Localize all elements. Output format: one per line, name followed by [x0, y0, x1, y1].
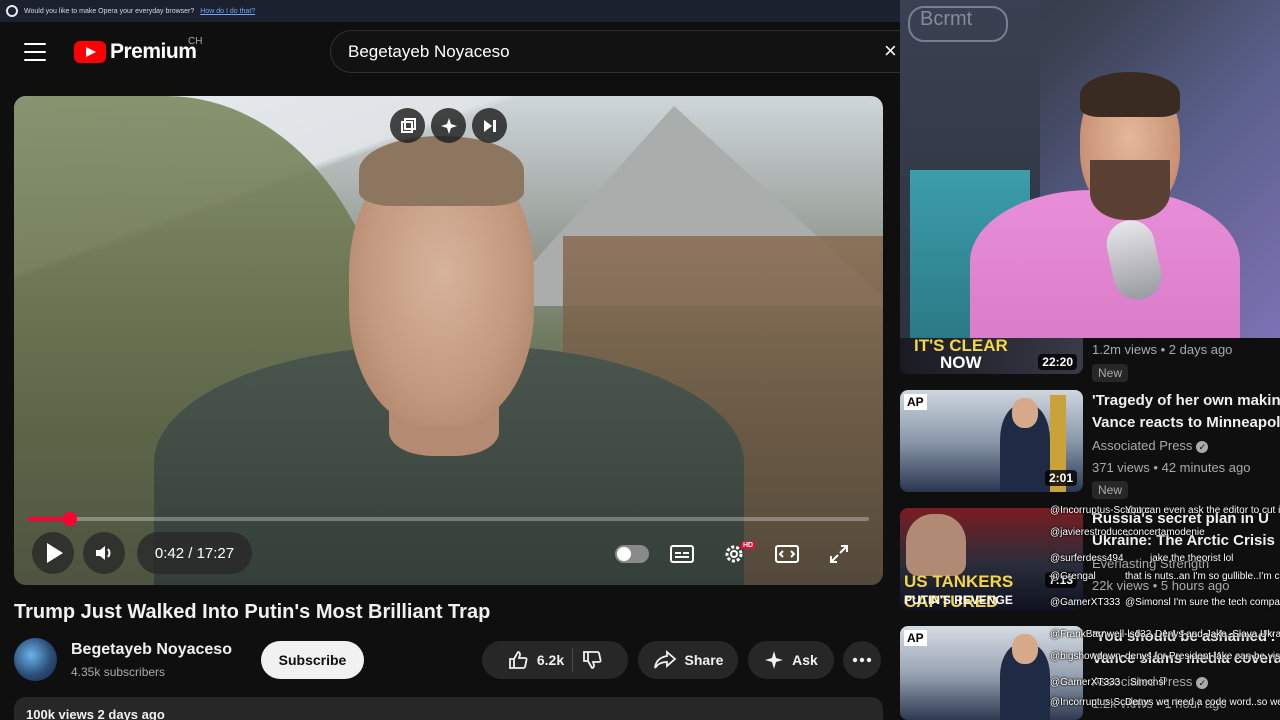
subtitles-icon[interactable] — [667, 539, 697, 569]
description-box[interactable]: 100k views 2 days ago — [14, 697, 883, 720]
chat-username: @FrankBarnwell-lsd32 — [1050, 629, 1152, 640]
opera-logo-icon — [6, 5, 18, 17]
recommendation-title[interactable]: Vance reacts to Minneapolis — [1092, 412, 1280, 434]
miniplayer-icon[interactable] — [390, 108, 425, 143]
share-icon — [653, 650, 676, 669]
skip-next-icon[interactable] — [472, 108, 507, 143]
chat-message: jake the theorist lol — [1150, 553, 1234, 564]
chat-username: @javierestroduceconcertamodenie — [1050, 527, 1205, 538]
search-input[interactable]: Begetayeb Noyaceso — [330, 30, 910, 73]
webcam-streamer-beard — [1090, 160, 1170, 220]
youtube-play-logo-icon — [74, 41, 106, 63]
like-button[interactable]: 6.2k — [507, 649, 564, 671]
channel-name[interactable]: Begetayeb Noyaceso — [71, 641, 232, 659]
thumbnail-figure-head — [906, 514, 966, 576]
time-text: 0:42 / 17:27 — [154, 544, 235, 562]
thumbnail-text: PUTIN'S REVENGE — [904, 593, 1013, 607]
ap-logo: AP — [904, 394, 927, 410]
masthead: Premium CH Begetayeb Noyaceso × — [0, 22, 910, 82]
live-chat-overlay: @Incorruptus-Sculptor You can even ask t… — [1000, 505, 1280, 720]
chat-message: You can even ask the editor to cut in ne… — [1125, 505, 1280, 516]
chat-username: @bigshowdown — [1050, 651, 1121, 662]
recommendation-meta: 371 views • 42 minutes ago — [1092, 460, 1251, 475]
webcam-wall-logo: Bcrmt — [908, 6, 1008, 42]
fullscreen-icon[interactable] — [824, 539, 854, 569]
dislike-button[interactable] — [581, 649, 603, 671]
video-title: Trump Just Walked Into Putin's Most Bril… — [14, 601, 491, 623]
new-badge: New — [1092, 481, 1129, 499]
opera-banner-message: Would you like to make Opera your everyd… — [24, 7, 195, 15]
chat-message: denys for President jake can be vise pre… — [1125, 651, 1280, 662]
new-badge: New — [1092, 364, 1129, 382]
like-divider — [572, 648, 574, 672]
time-display: 0:42 / 17:27 — [137, 532, 252, 574]
chat-message: Denys we need a code word..so we know it… — [1125, 697, 1280, 708]
more-actions-button[interactable] — [843, 641, 881, 679]
ask-button[interactable]: Ask — [748, 641, 834, 679]
ap-logo: AP — [904, 630, 927, 646]
search-input-value: Begetayeb Noyaceso — [348, 41, 510, 61]
recommendation-title[interactable]: 'Tragedy of her own making — [1092, 390, 1280, 412]
recommendation-meta: 1.2m views • 2 days ago — [1092, 342, 1233, 357]
ai-sparkle-icon[interactable] — [431, 108, 466, 143]
webcam-streamer-hair — [1080, 72, 1180, 117]
verified-icon: ✓ — [1196, 440, 1209, 453]
chat-username: @GamerXT333 — [1050, 597, 1121, 608]
thumbnail-text: NOW — [940, 353, 982, 372]
progress-scrubber[interactable] — [63, 512, 78, 526]
recommendation-item[interactable]: AP 2:01 'Tragedy of her own making Vance… — [900, 390, 1280, 499]
share-label: Share — [684, 652, 724, 668]
autoplay-switch — [615, 545, 649, 563]
chat-username: @surferdess494 — [1050, 553, 1124, 564]
video-frame-person-hair — [359, 136, 524, 206]
thumbs-up-icon — [508, 651, 528, 669]
logo-text: Premium — [110, 40, 197, 63]
theater-mode-icon[interactable] — [772, 539, 802, 569]
youtube-premium-logo[interactable]: Premium — [74, 40, 197, 64]
chat-username: @GamerXT333 — [1050, 677, 1121, 688]
region-code: CH — [188, 36, 203, 47]
menu-icon[interactable] — [24, 43, 46, 61]
ask-label: Ask — [792, 652, 818, 668]
subscriber-count: 4.35k subscribers — [71, 665, 166, 679]
channel-label: Associated Press — [1092, 438, 1193, 453]
opera-banner: Would you like to make Opera your everyd… — [0, 0, 900, 22]
play-button[interactable] — [32, 532, 74, 574]
video-duration: 22:20 — [1038, 354, 1077, 370]
video-player[interactable]: 0:42 / 17:27 HD — [14, 96, 883, 585]
thumbs-down-icon — [583, 651, 602, 669]
chat-message: Denys and Jake. Slava Ukraini — [1155, 629, 1280, 640]
chat-message: Simonsl — [1130, 677, 1166, 688]
play-icon — [47, 543, 63, 563]
recommendation-item[interactable]: IT'S CLEAR NOW 22:20 1.2m views • 2 days… — [900, 338, 1280, 383]
volume-button[interactable] — [83, 532, 125, 574]
webcam-overlay: Bcrmt — [900, 0, 1280, 338]
opera-banner-link[interactable]: How do I do that? — [200, 8, 255, 15]
share-button[interactable]: Share — [638, 641, 738, 679]
sparkle-icon — [765, 651, 784, 669]
hd-badge: HD — [741, 542, 756, 549]
video-duration: 2:01 — [1044, 470, 1077, 486]
chat-message: that is nuts..an I'm so gullible..I'm co… — [1125, 571, 1280, 582]
thumbnail-figure-head — [1012, 398, 1038, 428]
subscribe-button[interactable]: Subscribe — [261, 641, 364, 679]
autoplay-toggle[interactable] — [614, 539, 650, 569]
volume-icon — [96, 546, 111, 560]
recommendation-thumbnail[interactable]: AP 2:01 — [900, 390, 1083, 492]
chat-username: @Grengal — [1050, 571, 1096, 582]
screen: Would you like to make Opera your everyd… — [0, 0, 1280, 720]
clear-search-icon[interactable]: × — [884, 40, 897, 62]
like-dislike-group: 6.2k — [482, 641, 628, 679]
recommendation-thumbnail[interactable]: IT'S CLEAR NOW 22:20 — [900, 338, 1083, 374]
chat-message: @Simonsl I'm sure the tech companies lik… — [1125, 597, 1280, 608]
views-line: 100k views 2 days ago — [26, 707, 165, 720]
like-count: 6.2k — [536, 652, 565, 668]
progress-bar[interactable] — [28, 512, 869, 526]
recommendation-channel[interactable]: Associated Press ✓ — [1092, 438, 1209, 453]
more-icon — [852, 657, 872, 663]
channel-avatar[interactable] — [14, 638, 57, 681]
